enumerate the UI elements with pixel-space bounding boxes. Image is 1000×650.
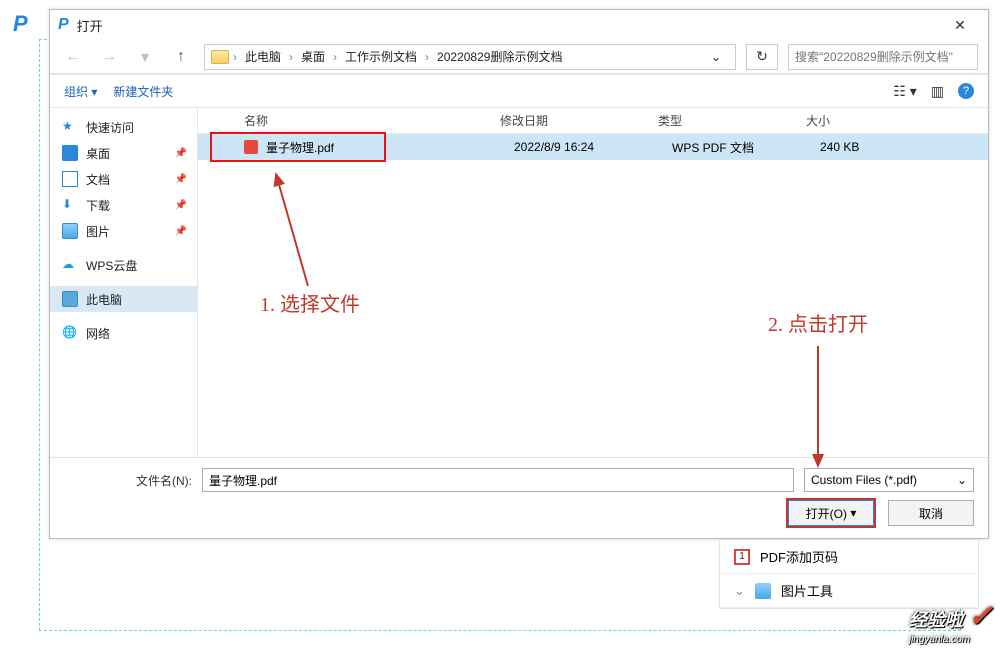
folder-icon (211, 50, 229, 64)
annotation-arrow-1 (238, 166, 358, 296)
sidebar-downloads[interactable]: ⬇下载📌 (50, 192, 197, 218)
image-icon (755, 583, 771, 599)
annotation-step1: 1. 选择文件 (260, 288, 360, 317)
crumb-folder1[interactable]: 工作示例文档 (341, 48, 421, 65)
nav-back-button[interactable]: ← (60, 44, 86, 70)
nav-recent-dropdown[interactable]: ▾ (132, 44, 158, 70)
annotation-step2: 2. 点击打开 (768, 308, 868, 337)
pin-icon: 📌 (175, 226, 187, 237)
sidebar-quick-access[interactable]: ★快速访问 (50, 114, 197, 140)
view-options-button[interactable]: ☷ ▾ (893, 83, 916, 100)
filename-label: 文件名(N): (64, 472, 192, 489)
organize-menu[interactable]: 组织 ▾ (64, 83, 97, 100)
col-size[interactable]: 大小 (806, 112, 906, 129)
nav-up-button[interactable]: ↑ (168, 44, 194, 70)
nav-forward-button[interactable]: → (96, 44, 122, 70)
navigation-sidebar: ★快速访问 桌面📌 文档📌 ⬇下载📌 图片📌 ☁WPS云盘 此电脑 🌐网络 (50, 108, 198, 457)
chevron-down-icon: ⌄ (734, 583, 745, 599)
sidebar-desktop[interactable]: 桌面📌 (50, 140, 197, 166)
crumbs-dropdown-icon[interactable]: ⌄ (707, 50, 725, 64)
sidebar-documents[interactable]: 文档📌 (50, 166, 197, 192)
chevron-down-icon: ⌄ (957, 473, 967, 487)
sidebar-pictures[interactable]: 图片📌 (50, 218, 197, 244)
page-number-icon: 1 (734, 549, 750, 565)
search-input[interactable] (788, 44, 978, 70)
sidebar-network[interactable]: 🌐网络 (50, 320, 197, 346)
crumb-folder2[interactable]: 20220829删除示例文档 (433, 48, 566, 65)
open-button[interactable]: 打开(O) ▾ (788, 500, 874, 526)
close-button[interactable]: ✕ (940, 17, 980, 34)
file-type: WPS PDF 文档 (672, 139, 820, 156)
file-size: 240 KB (820, 140, 920, 154)
annotation-highlight-file (210, 132, 386, 162)
tool-pdf-pagenum[interactable]: 1 PDF添加页码 (720, 540, 978, 574)
sidebar-this-pc[interactable]: 此电脑 (50, 286, 197, 312)
col-modified[interactable]: 修改日期 (500, 112, 658, 129)
cancel-button[interactable]: 取消 (888, 500, 974, 526)
dialog-title: 打开 (77, 16, 940, 35)
refresh-button[interactable]: ↻ (746, 44, 778, 70)
col-name[interactable]: 名称 (244, 112, 500, 129)
app-logo-icon: P (13, 11, 28, 37)
crumb-pc[interactable]: 此电脑 (241, 48, 285, 65)
sidebar-wps-cloud[interactable]: ☁WPS云盘 (50, 252, 197, 278)
pin-icon: 📌 (175, 174, 187, 185)
open-file-dialog: P 打开 ✕ ← → ▾ ↑ › 此电脑› 桌面› 工作示例文档› 202208… (49, 9, 989, 539)
col-type[interactable]: 类型 (658, 112, 806, 129)
crumb-desktop[interactable]: 桌面 (297, 48, 329, 65)
file-modified: 2022/8/9 16:24 (514, 140, 672, 154)
filename-input[interactable] (202, 468, 794, 492)
site-watermark: 经验啦 ✓ jingyanla.com (909, 599, 993, 645)
pin-icon: 📌 (175, 200, 187, 211)
dialog-app-icon: P (58, 16, 69, 34)
file-type-filter[interactable]: Custom Files (*.pdf)⌄ (804, 468, 974, 492)
pin-icon: 📌 (175, 148, 187, 159)
column-headers[interactable]: 名称 修改日期 类型 大小 (198, 108, 988, 134)
help-button[interactable]: ? (958, 83, 974, 99)
preview-pane-button[interactable]: ▥ (931, 83, 944, 100)
breadcrumb-bar[interactable]: › 此电脑› 桌面› 工作示例文档› 20220829删除示例文档 ⌄ (204, 44, 736, 70)
new-folder-button[interactable]: 新建文件夹 (113, 83, 173, 100)
